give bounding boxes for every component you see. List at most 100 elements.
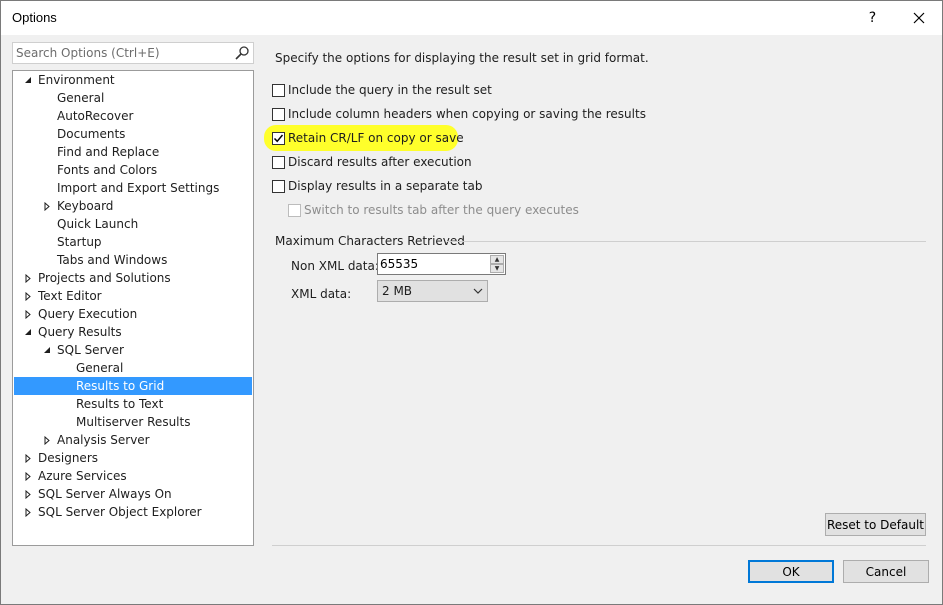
separate-tab-option[interactable]: Display results in a separate tab (272, 177, 482, 195)
tree-item-label: Query Execution (38, 307, 138, 321)
tree-item[interactable]: Designers (14, 449, 252, 467)
tree-item-label: Results to Grid (76, 379, 165, 393)
tree-item[interactable]: Fonts and Colors (14, 161, 252, 179)
non-xml-label: Non XML data: (291, 259, 379, 273)
non-xml-spinner[interactable]: ▲ ▼ (377, 253, 506, 275)
collapsed-arrow-icon[interactable] (22, 503, 34, 521)
tree-item[interactable]: AutoRecover (14, 107, 252, 125)
include-query-option[interactable]: Include the query in the result set (272, 81, 492, 99)
xml-label: XML data: (291, 287, 352, 301)
include-query-label[interactable]: Include the query in the result set (288, 83, 492, 97)
tree-item[interactable]: SQL Server Always On (14, 485, 252, 503)
tree-item[interactable]: Documents (14, 125, 252, 143)
tree-item[interactable]: Startup (14, 233, 252, 251)
separate-tab-label[interactable]: Display results in a separate tab (288, 179, 482, 193)
tree-item-label: Text Editor (38, 289, 102, 303)
collapsed-arrow-icon[interactable] (22, 467, 34, 485)
ok-button[interactable]: OK (748, 560, 834, 583)
include-headers-option[interactable]: Include column headers when copying or s… (272, 105, 646, 123)
tree-item-label: General (76, 361, 124, 375)
tree-item[interactable]: SQL Server Object Explorer (14, 503, 252, 521)
tree-item[interactable]: Import and Export Settings (14, 179, 252, 197)
tree-item[interactable]: Azure Services (14, 467, 252, 485)
tree-item[interactable]: Results to Text (14, 395, 252, 413)
tree-item[interactable]: Quick Launch (14, 215, 252, 233)
tree-item-label: Quick Launch (57, 217, 139, 231)
search-box[interactable] (12, 42, 254, 64)
options-tree[interactable]: Environment General AutoRecover Documents Fi… (12, 70, 254, 546)
tree-item-label: Environment (38, 73, 115, 87)
chevron-down-icon[interactable] (472, 284, 484, 298)
collapsed-arrow-icon[interactable] (41, 197, 53, 215)
tree-item[interactable]: Tabs and Windows (14, 251, 252, 269)
tree-item[interactable]: Environment (14, 71, 252, 89)
collapsed-arrow-icon[interactable] (41, 431, 53, 449)
collapsed-arrow-icon[interactable] (22, 287, 34, 305)
tree-item[interactable]: Analysis Server (14, 431, 252, 449)
close-icon[interactable] (913, 12, 925, 24)
tree-item-label: Designers (38, 451, 98, 465)
cancel-button[interactable]: Cancel (843, 560, 929, 583)
tree-item-label: Projects and Solutions (38, 271, 171, 285)
retain-crlf-checkbox[interactable] (272, 131, 285, 145)
tree-item-label: Import and Export Settings (57, 181, 220, 195)
expanded-arrow-icon[interactable] (22, 71, 34, 89)
tree-item-label: Multiserver Results (76, 415, 191, 429)
include-headers-label[interactable]: Include column headers when copying or s… (288, 107, 646, 121)
switch-tab-label[interactable]: Switch to results tab after the query ex… (304, 203, 579, 217)
options-dialog: Options ? Environment General AutoRecover D… (0, 0, 943, 605)
retain-crlf-label[interactable]: Retain CR/LF on copy or save (288, 131, 464, 145)
tree-item[interactable]: Query Execution (14, 305, 252, 323)
retain-crlf-option[interactable]: Retain CR/LF on copy or save (272, 129, 464, 147)
tree-item-label: Query Results (38, 325, 122, 339)
switch-tab-option[interactable]: Switch to results tab after the query ex… (288, 201, 579, 219)
search-icon[interactable] (234, 45, 250, 61)
tree-item-label: SQL Server Object Explorer (38, 505, 202, 519)
tree-item[interactable]: Keyboard (14, 197, 252, 215)
footer-divider (272, 545, 926, 546)
group-divider (447, 241, 926, 242)
separate-tab-checkbox[interactable] (272, 179, 285, 193)
title-bar: Options ? (1, 1, 942, 35)
expanded-arrow-icon[interactable] (22, 323, 34, 341)
non-xml-input[interactable] (380, 256, 484, 272)
help-button[interactable]: ? (850, 1, 895, 35)
panel-description: Specify the options for displaying the r… (275, 51, 649, 65)
tree-item-label: Startup (57, 235, 102, 249)
tree-item-label: Find and Replace (57, 145, 160, 159)
tree-item[interactable]: Projects and Solutions (14, 269, 252, 287)
tree-item[interactable]: Results to Grid (14, 377, 252, 395)
discard-results-checkbox[interactable] (272, 155, 285, 169)
close-button[interactable] (896, 1, 941, 35)
collapsed-arrow-icon[interactable] (22, 485, 34, 503)
xml-data-value: 2 MB (382, 284, 413, 298)
tree-item[interactable]: General (14, 359, 252, 377)
discard-results-label[interactable]: Discard results after execution (288, 155, 472, 169)
reset-to-default-button[interactable]: Reset to Default (825, 513, 926, 536)
search-input[interactable] (16, 45, 226, 61)
tree-item-label: Results to Text (76, 397, 164, 411)
tree-item-label: Fonts and Colors (57, 163, 158, 177)
xml-data-select[interactable]: 2 MB (377, 280, 488, 302)
tree-item-label: Analysis Server (57, 433, 150, 447)
collapsed-arrow-icon[interactable] (22, 305, 34, 323)
tree-item[interactable]: Find and Replace (14, 143, 252, 161)
tree-item[interactable]: General (14, 89, 252, 107)
tree-item-label: SQL Server (57, 343, 124, 357)
tree-item-label: General (57, 91, 105, 105)
collapsed-arrow-icon[interactable] (22, 449, 34, 467)
collapsed-arrow-icon[interactable] (22, 269, 34, 287)
tree-item[interactable]: Query Results (14, 323, 252, 341)
switch-tab-checkbox[interactable] (288, 203, 301, 217)
tree-item[interactable]: Text Editor (14, 287, 252, 305)
expanded-arrow-icon[interactable] (41, 341, 53, 359)
include-query-checkbox[interactable] (272, 83, 285, 97)
spin-down-arrow-icon[interactable]: ▼ (490, 264, 504, 273)
dialog-title: Options (12, 10, 57, 25)
discard-results-option[interactable]: Discard results after execution (272, 153, 472, 171)
spin-up-arrow-icon[interactable]: ▲ (490, 255, 504, 264)
tree-item-label: Keyboard (57, 199, 114, 213)
tree-item[interactable]: SQL Server (14, 341, 252, 359)
include-headers-checkbox[interactable] (272, 107, 285, 121)
tree-item[interactable]: Multiserver Results (14, 413, 252, 431)
